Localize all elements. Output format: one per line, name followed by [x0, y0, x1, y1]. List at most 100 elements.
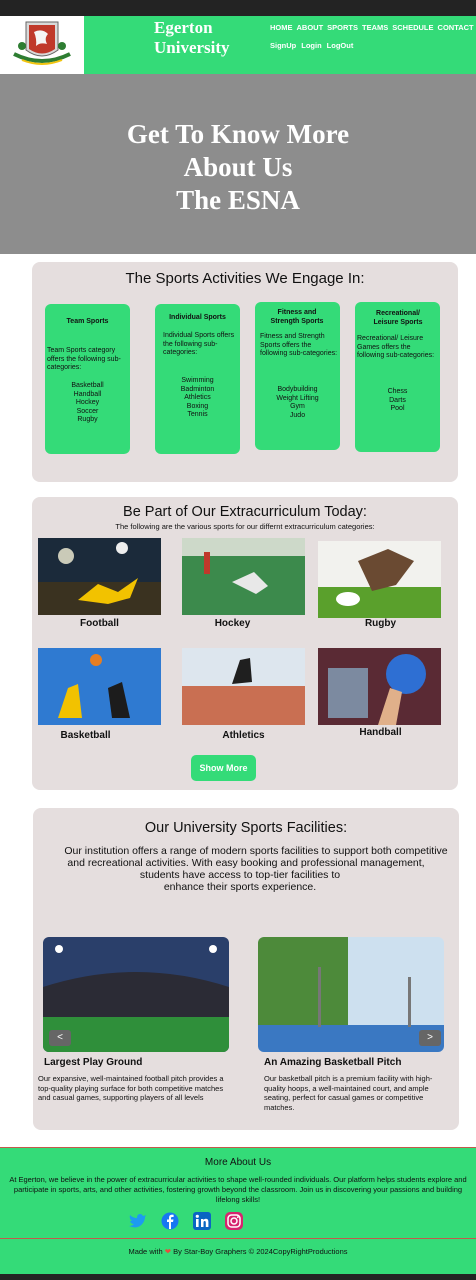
activity-card-individual[interactable]: Individual Sports Individual Sports offe…: [155, 304, 240, 454]
handball-image[interactable]: [318, 648, 441, 725]
linkedin-icon[interactable]: [192, 1212, 212, 1230]
activity-card-team[interactable]: Team Sports Team Sports category offers …: [45, 304, 130, 454]
nav-signup[interactable]: SignUp: [270, 41, 296, 50]
facilities-section: Our University Sports Facilities: Our in…: [33, 808, 459, 1130]
activity-desc: Recreational/ Leisure Games offers the f…: [357, 335, 435, 359]
instagram-icon[interactable]: [224, 1212, 244, 1230]
court-photo: [258, 937, 444, 1052]
list-item: Badminton: [180, 385, 215, 393]
rugby-photo: [318, 541, 441, 618]
site-footer: More About Us At Egerton, we believe in …: [0, 1147, 476, 1274]
list-item: Athletics: [184, 394, 211, 401]
list-item: Tennis: [187, 411, 208, 418]
footer-divider: [0, 1238, 476, 1239]
activity-desc: Individual Sports offers the following s…: [163, 332, 235, 356]
activity-list: Bodybuilding Weight Lifting Gym Judo: [255, 386, 340, 420]
list-item: Weight Lifting: [276, 394, 319, 402]
basketball-image[interactable]: [38, 648, 161, 725]
activity-list: Basketball Handball Hockey Soccer Rugby: [45, 382, 130, 425]
facilities-title: Our University Sports Facilities:: [144, 820, 348, 836]
list-item: Rugby: [77, 416, 98, 423]
sport-label-basketball: Basketball: [60, 730, 111, 741]
site-header: Egerton University HOME ABOUT SPORTS TEA…: [0, 16, 476, 74]
facilities-intro: Our institution offers a range of modern…: [33, 845, 459, 893]
activity-title: Fitness and Strength Sports: [270, 309, 324, 325]
twitter-glyph: [129, 1214, 146, 1228]
facility-title: An Amazing Basketball Pitch: [264, 1057, 402, 1068]
list-item: Hockey: [75, 399, 100, 406]
hockey-photo: [182, 538, 305, 615]
list-item: Bodybuilding: [277, 386, 318, 393]
list-item: Soccer: [76, 407, 99, 415]
football-image[interactable]: [38, 538, 161, 615]
list-item: Handball: [73, 390, 102, 398]
intro-line: and recreational activities. With easy b…: [67, 857, 425, 869]
facility-desc: Our basketball pitch is a premium facili…: [264, 1074, 433, 1112]
list-item: Judo: [289, 411, 306, 419]
activity-desc: Fitness and Strength Sports offers the f…: [260, 333, 338, 357]
activities-section: The Sports Activities We Engage In: Team…: [32, 262, 458, 482]
list-item: Darts: [389, 396, 406, 404]
intro-line: enhance their sports experience.: [163, 881, 317, 893]
intro-line: Our institution offers a range of modern…: [64, 845, 448, 857]
show-more-button[interactable]: Show More: [191, 755, 256, 781]
nav-login[interactable]: Login: [301, 41, 321, 50]
account-nav: SignUp Login LogOut: [270, 41, 353, 50]
activity-list: Swimming Badminton Athletics Boxing Tenn…: [155, 377, 240, 420]
activity-card-recreational[interactable]: Recreational/ Leisure Sports Recreationa…: [355, 302, 440, 452]
facility-desc: Our expansive, well-maintained football …: [38, 1074, 224, 1102]
twitter-icon[interactable]: [128, 1212, 148, 1230]
nav-teams[interactable]: TEAMS: [362, 23, 388, 32]
nav-schedule[interactable]: SCHEDULE: [392, 23, 433, 32]
footer-credit: Made with ❤ By Star-Boy Graphers © 2024C…: [0, 1247, 476, 1256]
list-item: Basketball: [71, 382, 104, 389]
top-bar: [0, 0, 476, 16]
next-arrow-button[interactable]: >: [419, 1030, 441, 1046]
hero-line-2: About Us: [183, 152, 293, 182]
prev-arrow-button[interactable]: <: [49, 1030, 71, 1046]
credit-suffix: By Star-Boy Graphers © 2024CopyRightProd…: [173, 1247, 348, 1256]
credit-prefix: Made with: [128, 1247, 163, 1256]
heart-icon: ❤: [164, 1247, 172, 1256]
instagram-glyph: [225, 1212, 243, 1230]
nav-sports[interactable]: SPORTS: [327, 23, 358, 32]
hockey-image[interactable]: [182, 538, 305, 615]
extracurricular-subtitle: The following are the various sports for…: [115, 522, 375, 531]
sport-label-football: Football: [80, 618, 119, 629]
brand-name[interactable]: Egerton University: [154, 18, 230, 58]
hero-title: Get To Know More About Us The ESNA: [0, 118, 476, 217]
sport-label-hockey: Hockey: [214, 618, 251, 629]
facility-title: Largest Play Ground: [44, 1057, 143, 1068]
nav-contact[interactable]: CONTACT: [438, 23, 474, 32]
intro-line: students have access to top-tier facilit…: [139, 869, 341, 881]
crest-icon: [13, 21, 71, 65]
extracurricular-title: Be Part of Our Extracurriculum Today:: [123, 504, 367, 520]
activities-title: The Sports Activities We Engage In:: [125, 270, 365, 287]
hero-line-1: Get To Know More: [126, 119, 350, 149]
basketball-pitch-image[interactable]: [258, 937, 444, 1052]
activity-title: Individual Sports: [169, 314, 226, 321]
activity-desc: Team Sports category offers the followin…: [47, 347, 121, 371]
handball-photo: [318, 648, 441, 725]
rugby-image[interactable]: [318, 541, 441, 618]
nav-home[interactable]: HOME: [270, 23, 293, 32]
activity-title: Recreational/ Leisure Sports: [373, 310, 423, 326]
linkedin-glyph: [193, 1212, 211, 1230]
hero-banner: Get To Know More About Us The ESNA: [0, 74, 476, 254]
activity-card-fitness[interactable]: Fitness and Strength Sports Fitness and …: [255, 302, 340, 450]
sport-label-rugby: Rugby: [364, 618, 397, 629]
basketball-photo: [38, 648, 161, 725]
football-photo: [38, 538, 161, 615]
sport-label-handball: Handball: [359, 727, 402, 738]
footer-text: At Egerton, we believe in the power of e…: [9, 1175, 467, 1204]
list-item: Swimming: [181, 377, 214, 384]
activity-title: Team Sports: [66, 318, 109, 325]
logo[interactable]: [0, 16, 84, 74]
nav-logout[interactable]: LogOut: [327, 41, 354, 50]
nav-about[interactable]: ABOUT: [297, 23, 324, 32]
sport-label-athletics: Athletics: [222, 730, 265, 741]
facebook-icon[interactable]: [160, 1212, 180, 1230]
athletics-image[interactable]: [182, 648, 305, 725]
list-item: Boxing: [186, 402, 209, 410]
footer-title: More About Us: [204, 1157, 272, 1168]
